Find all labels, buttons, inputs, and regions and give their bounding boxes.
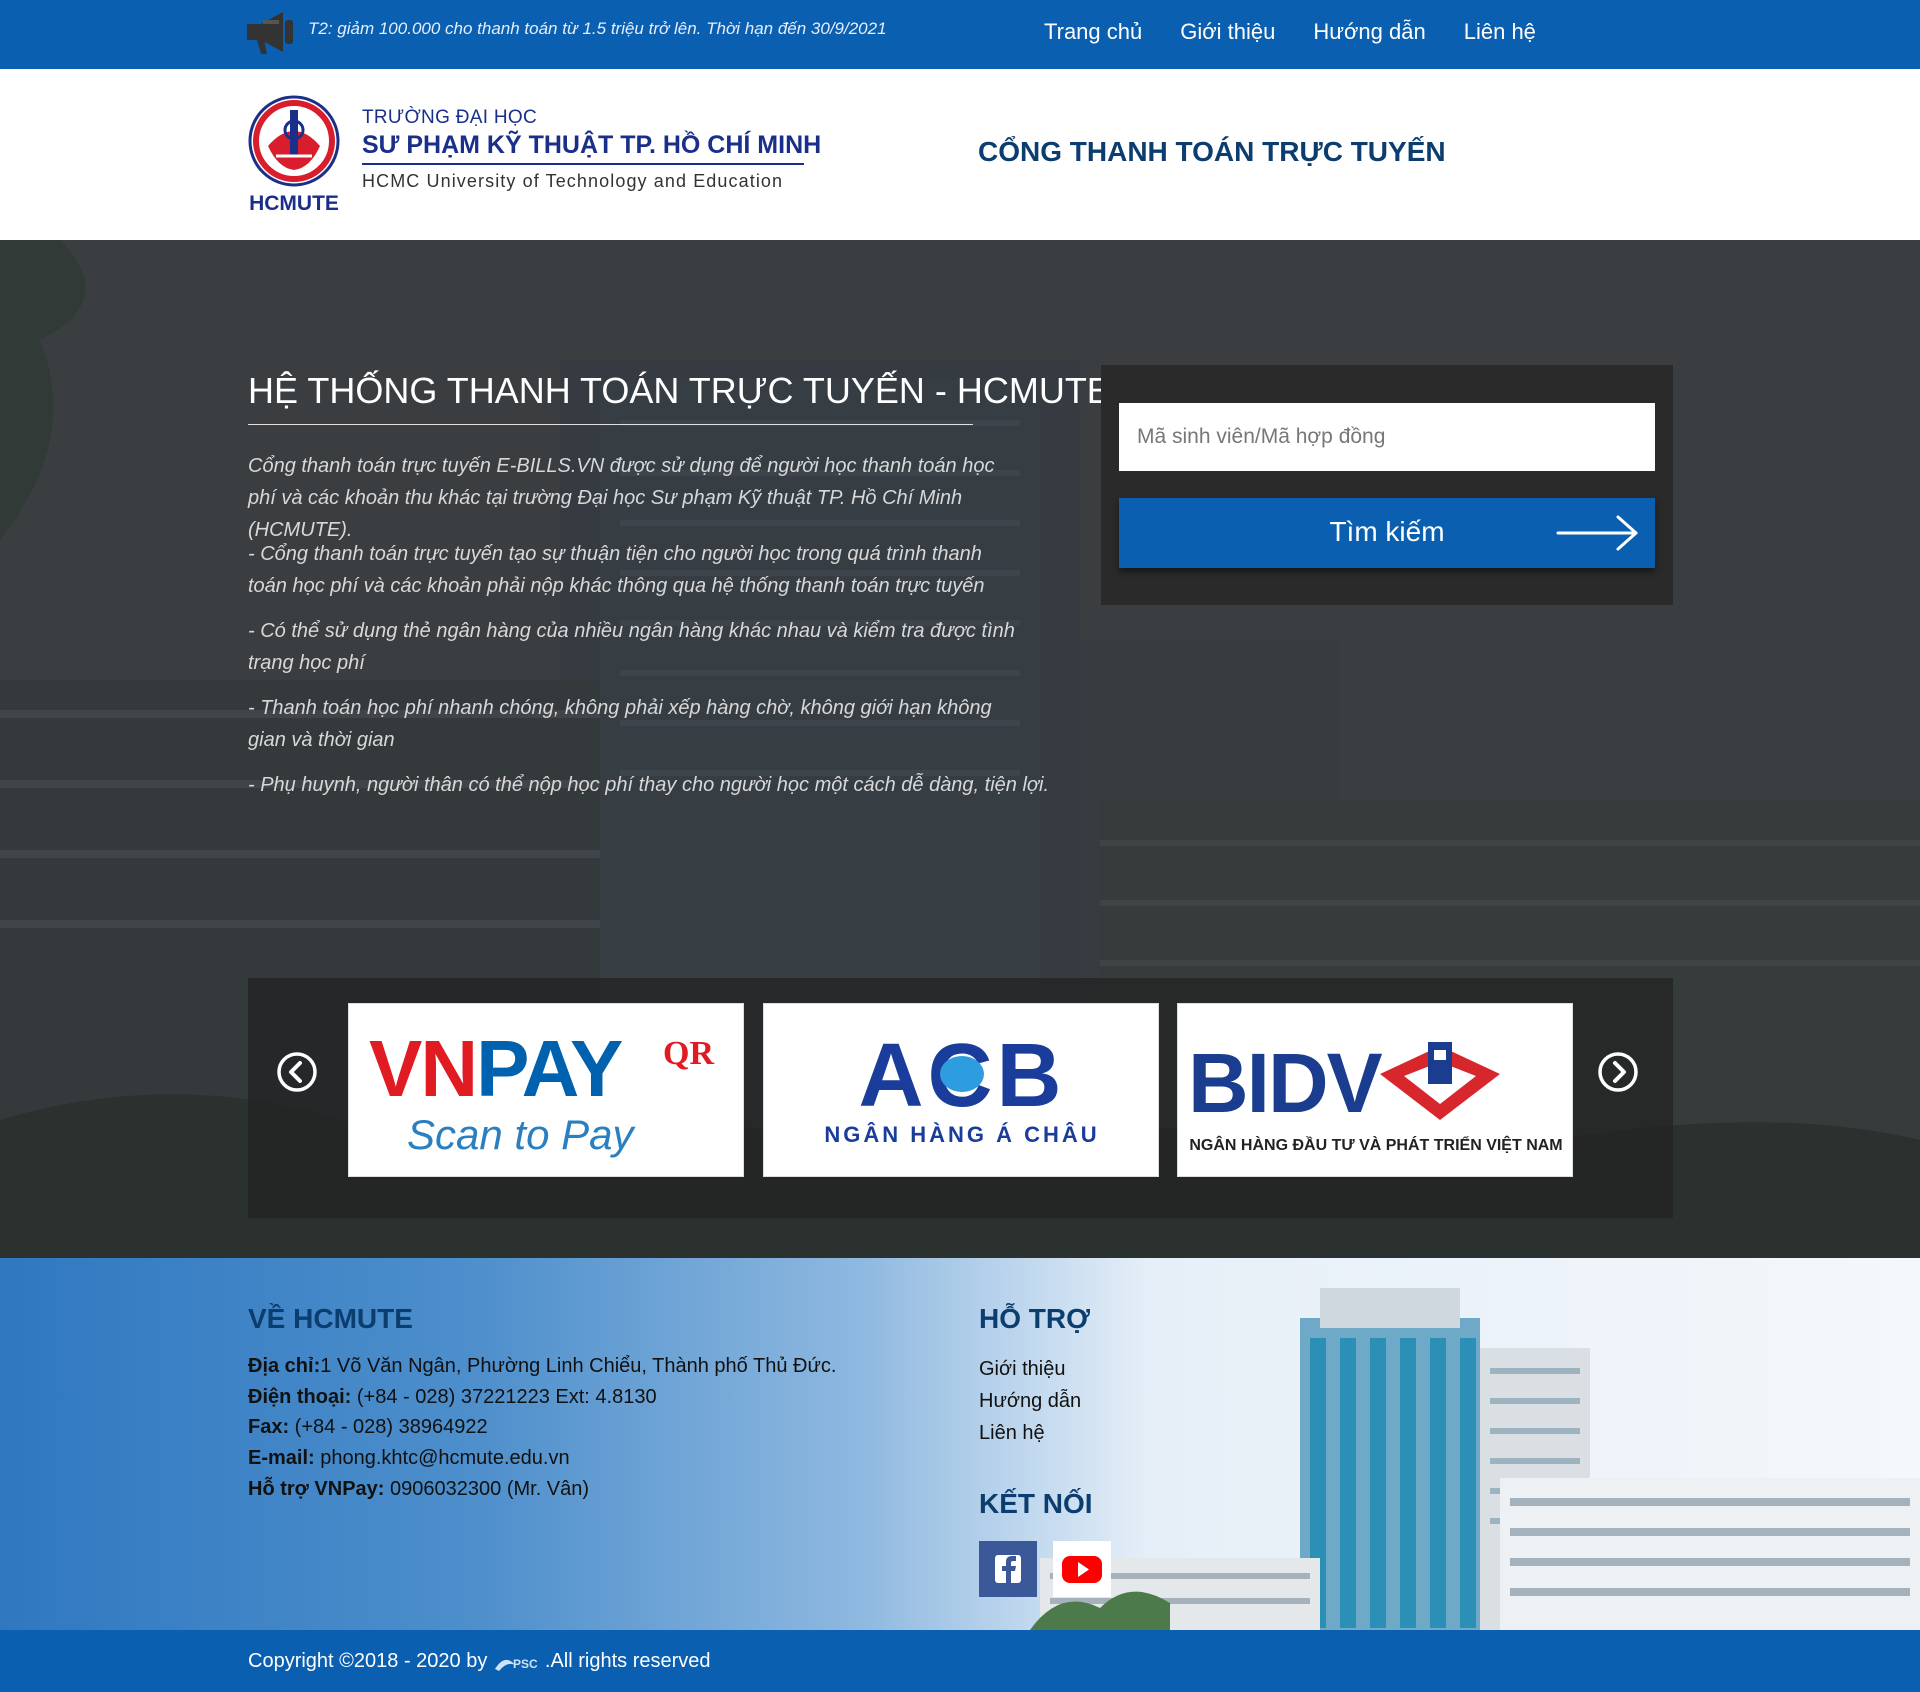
facebook-icon[interactable] xyxy=(979,1541,1037,1597)
nav-contact[interactable]: Liên hệ xyxy=(1464,19,1536,45)
arrow-right-icon xyxy=(1556,515,1638,551)
connect-heading: KẾT NỐI xyxy=(979,1488,1093,1519)
search-button[interactable]: Tìm kiếm xyxy=(1119,498,1655,568)
search-panel: Tìm kiếm xyxy=(1101,365,1673,605)
support-heading: HỖ TRỢ xyxy=(979,1303,1090,1334)
hero-title: HỆ THỐNG THANH TOÁN TRỰC TUYẾN - HCMUTE xyxy=(248,370,1111,411)
phone-line: Điện thoại: (+84 - 028) 37221223 Ext: 4.… xyxy=(248,1386,657,1408)
about-heading: VỀ HCMUTE xyxy=(248,1303,413,1334)
hero-bullet-4: - Phụ huynh, người thân có thể nộp học p… xyxy=(248,774,1050,796)
top-nav: Trang chủ Giới thiệu Hướng dẫn Liên hệ xyxy=(1044,19,1536,45)
vnpay-support-line: Hỗ trợ VNPay: 0906032300 (Mr. Vân) xyxy=(248,1478,590,1500)
address-line: Địa chỉ:1 Võ Văn Ngân, Phường Linh Chiểu… xyxy=(248,1355,837,1377)
svg-text:BIDV: BIDV xyxy=(1188,1036,1383,1130)
student-id-input[interactable] xyxy=(1119,403,1655,471)
footer-link-contact[interactable]: Liên hệ xyxy=(979,1422,1045,1445)
svg-text:VNPAY: VNPAY xyxy=(369,1024,623,1113)
logo-line-1: TRƯỜNG ĐẠI HỌC xyxy=(362,107,537,128)
youtube-icon[interactable] xyxy=(1053,1541,1111,1597)
site-footer: VỀ HCMUTE Địa chỉ:1 Võ Văn Ngân, Phường … xyxy=(0,1258,1920,1630)
email-line: E-mail: phong.khtc@hcmute.edu.vn xyxy=(248,1447,570,1469)
hero-section: HỆ THỐNG THANH TOÁN TRỰC TUYẾN - HCMUTE … xyxy=(0,240,1920,1258)
carousel-prev-icon[interactable] xyxy=(276,1051,318,1093)
svg-text:QR: QR xyxy=(663,1035,714,1072)
hero-bullet-1: - Cổng thanh toán trực tuyến tạo sự thuậ… xyxy=(248,543,985,597)
svg-text:NGÂN HÀNG ĐẦU TƯ VÀ PHÁT TRIỂN: NGÂN HÀNG ĐẦU TƯ VÀ PHÁT TRIỂN VIỆT NAM xyxy=(1189,1135,1562,1154)
hcmute-logo[interactable]: HCMUTE xyxy=(246,94,346,214)
copyright-text: Copyright ©2018 - 2020 by PSC .All right… xyxy=(248,1650,711,1673)
hero-title-underline xyxy=(248,424,973,425)
logo-line-3: HCMC University of Technology and Educat… xyxy=(362,171,784,191)
hero-intro: Cổng thanh toán trực tuyến E-BILLS.VN đư… xyxy=(248,455,995,541)
bank-logo-acb[interactable]: ACB NGÂN HÀNG Á CHÂU xyxy=(763,1003,1159,1177)
fax-line: Fax: (+84 - 028) 38964922 xyxy=(248,1416,488,1438)
hero-bullet-2: - Có thể sử dụng thẻ ngân hàng của nhiều… xyxy=(248,620,1015,674)
portal-title: CỔNG THANH TOÁN TRỰC TUYẾN xyxy=(978,136,1446,167)
footer-link-guide[interactable]: Hướng dẫn xyxy=(979,1390,1081,1413)
bank-carousel: VNPAY QR Scan to Pay ACB NGÂN HÀNG Á CHÂ… xyxy=(248,978,1673,1218)
svg-text:PSC: PSC xyxy=(513,1657,538,1671)
megaphone-icon xyxy=(247,12,293,54)
nav-about[interactable]: Giới thiệu xyxy=(1180,19,1275,45)
copyright-bar: Copyright ©2018 - 2020 by PSC .All right… xyxy=(0,1630,1920,1692)
footer-link-about[interactable]: Giới thiệu xyxy=(979,1358,1065,1381)
logo-line-2: SƯ PHẠM KỸ THUẬT TP. HỒ CHÍ MINH xyxy=(362,131,822,159)
top-bar: T2: giảm 100.000 cho thanh toán từ 1.5 t… xyxy=(0,0,1920,69)
nav-guide[interactable]: Hướng dẫn xyxy=(1313,19,1425,45)
logo-divider xyxy=(362,163,804,165)
bank-logo-vnpay[interactable]: VNPAY QR Scan to Pay xyxy=(348,1003,744,1177)
svg-text:NGÂN HÀNG Á CHÂU: NGÂN HÀNG Á CHÂU xyxy=(824,1122,1099,1147)
carousel-next-icon[interactable] xyxy=(1597,1051,1639,1093)
nav-home[interactable]: Trang chủ xyxy=(1044,19,1142,45)
promo-text: T2: giảm 100.000 cho thanh toán từ 1.5 t… xyxy=(308,19,887,38)
site-header: HCMUTE TRƯỜNG ĐẠI HỌC SƯ PHẠM KỸ THUẬT T… xyxy=(0,69,1920,240)
svg-text:Scan to Pay: Scan to Pay xyxy=(407,1111,636,1158)
hero-bullet-3: - Thanh toán học phí nhanh chóng, không … xyxy=(248,697,992,751)
psc-logo[interactable]: PSC xyxy=(493,1651,545,1673)
svg-text:HCMUTE: HCMUTE xyxy=(249,192,339,214)
bank-logo-bidv[interactable]: BIDV NGÂN HÀNG ĐẦU TƯ VÀ PHÁT TRIỂN VIỆT… xyxy=(1177,1003,1573,1177)
